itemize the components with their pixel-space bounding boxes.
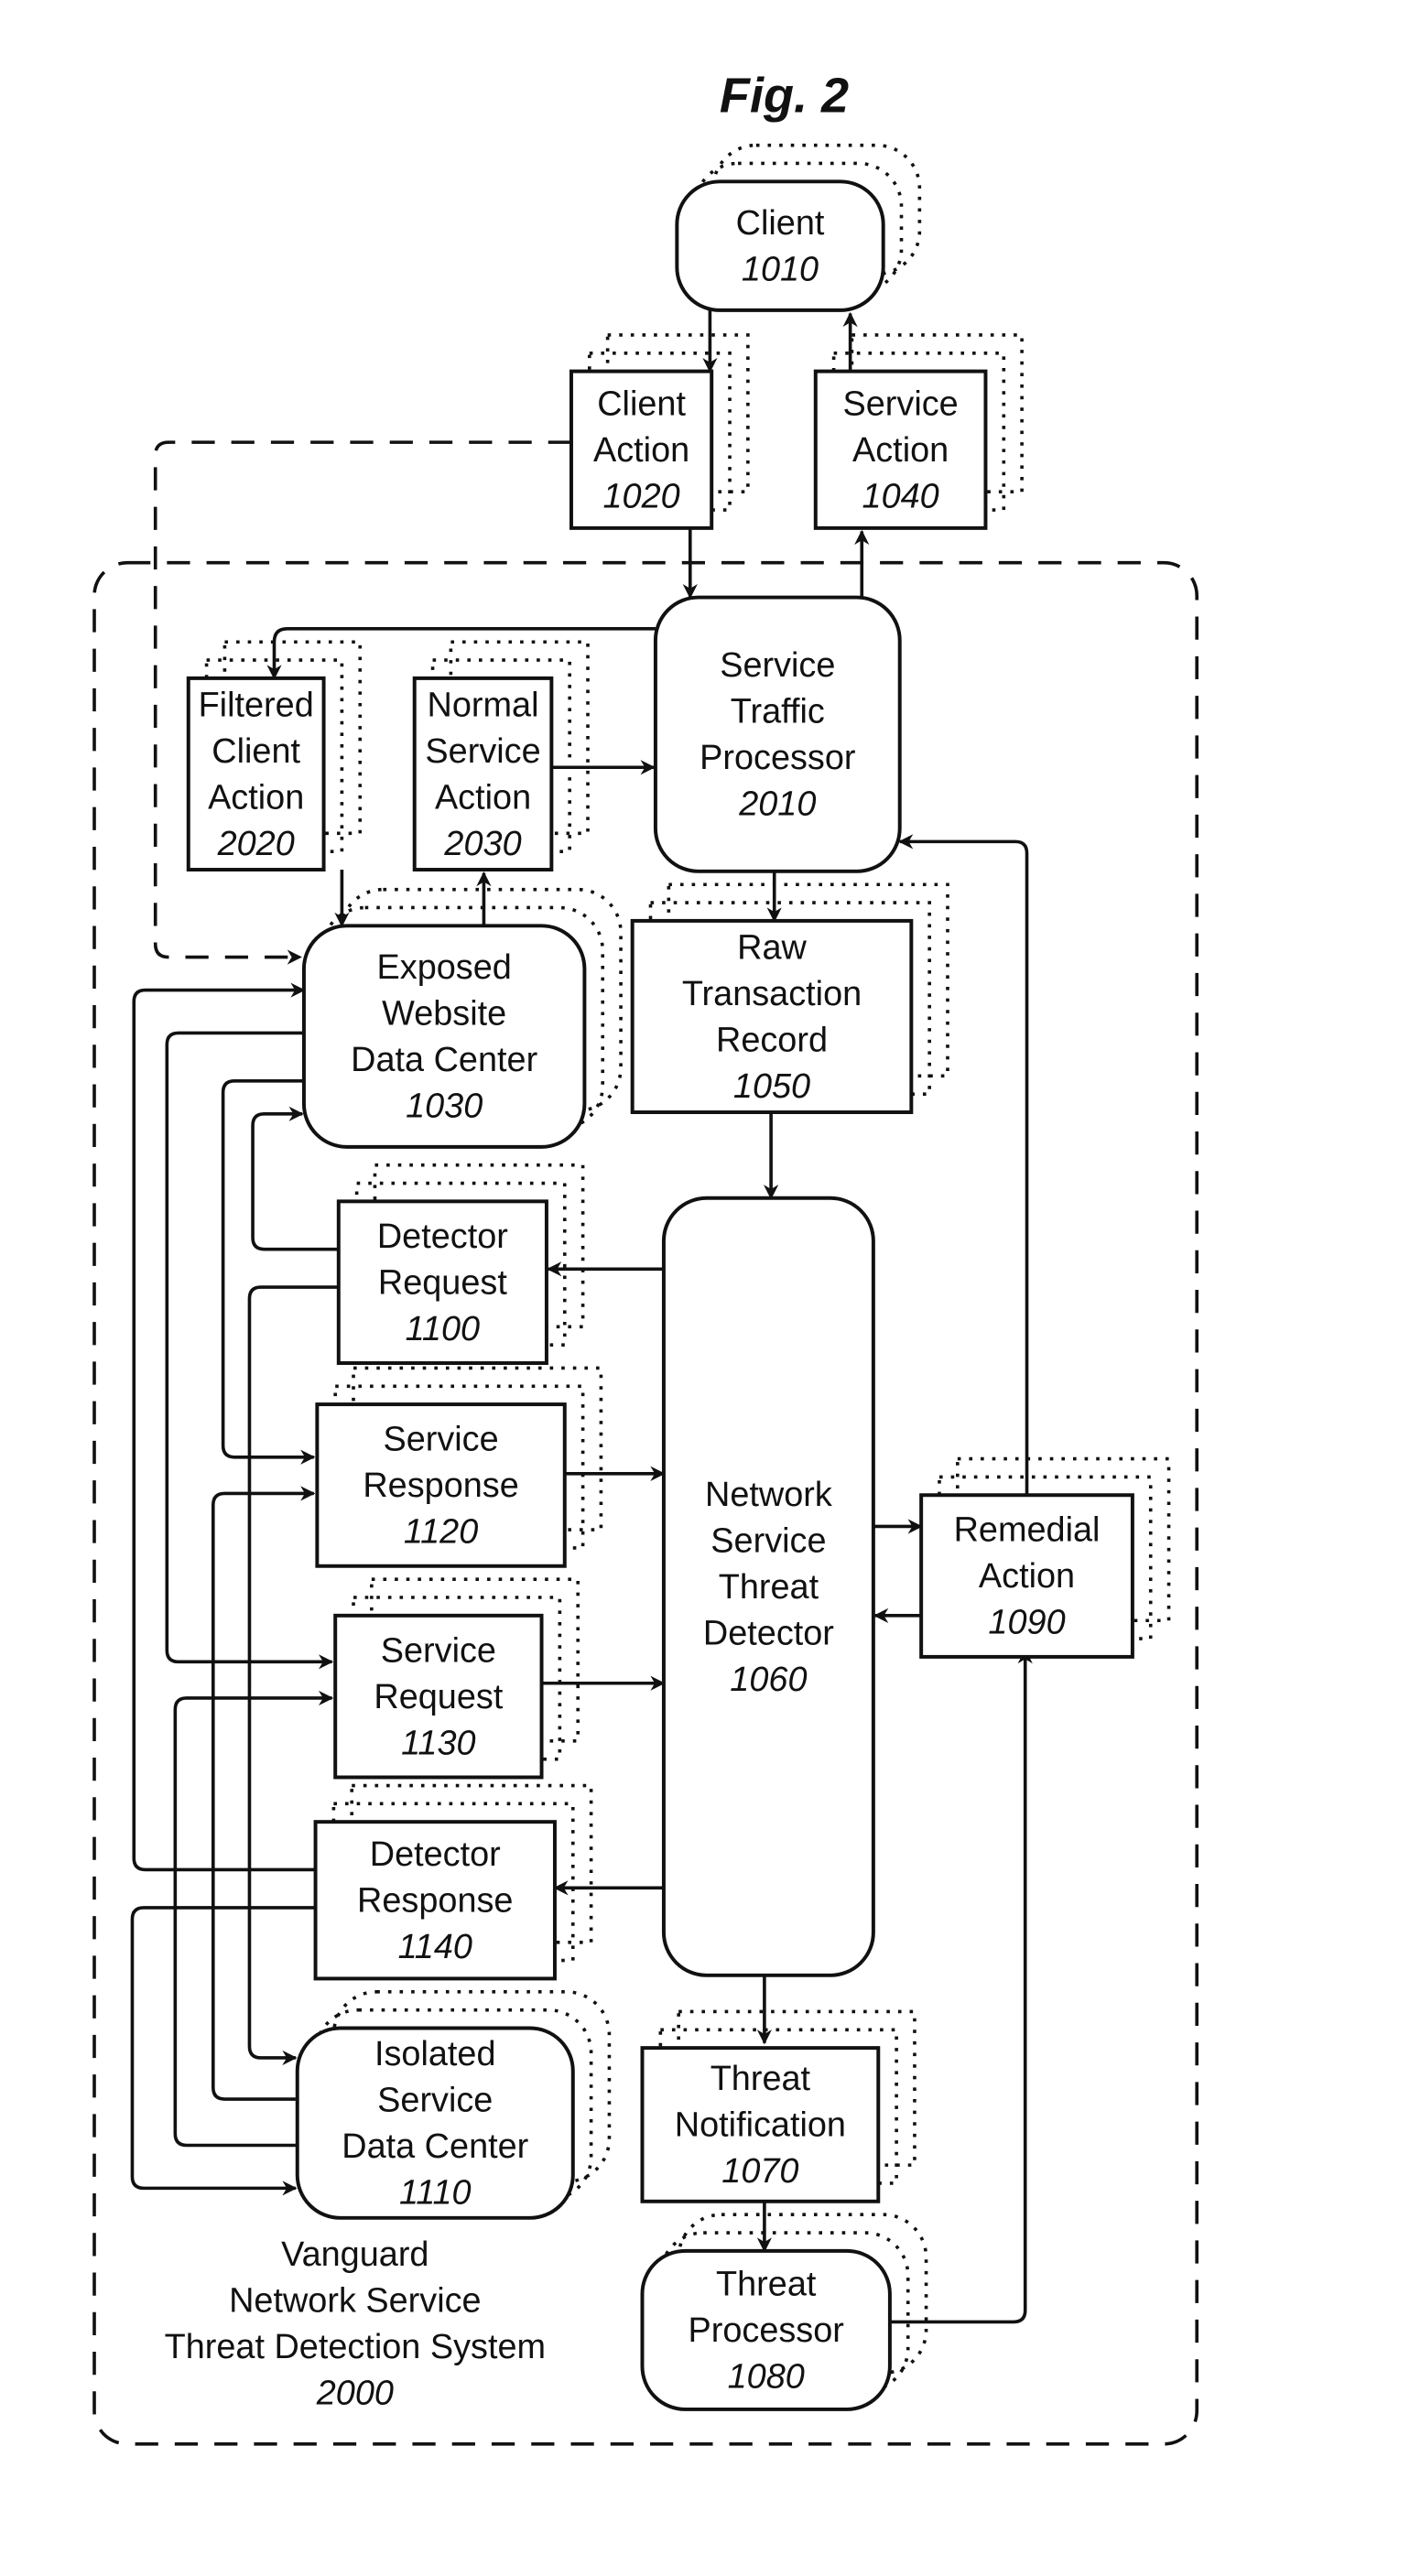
edge-isolated-to-service-response bbox=[211, 1486, 316, 2101]
nodes: Client 1010 Client Action 1020 Service Action 1… bbox=[186, 143, 1171, 2411]
threat-notification-label: Notification bbox=[675, 2106, 846, 2145]
node-exposed-website-data-center: Exposed Website Data Center 1030 bbox=[301, 887, 623, 1149]
service-response-number: 1120 bbox=[404, 1513, 478, 1552]
edge-stp-to-filtered bbox=[266, 627, 656, 680]
exposed-website-data-center-number: 1030 bbox=[406, 1087, 483, 1125]
filtered-client-action-number: 2020 bbox=[217, 825, 295, 863]
isolated-service-data-center-label: Data Center bbox=[342, 2127, 528, 2166]
node-service-traffic-processor: Service Traffic Processor 2010 bbox=[653, 595, 902, 873]
remedial-action-label: Action bbox=[979, 1557, 1075, 1596]
detector-request-label: Request bbox=[378, 1263, 507, 1302]
node-raw-transaction-record: Raw Transaction Record 1050 bbox=[630, 882, 949, 1114]
node-detector-request: Detector Request 1100 bbox=[336, 1163, 585, 1366]
client-number: 1010 bbox=[742, 250, 819, 288]
node-detector-response: Detector Response 1140 bbox=[313, 1783, 593, 1981]
remedial-action-label: Remedial bbox=[954, 1511, 1101, 1550]
node-normal-service-action: Normal Service Action 2030 bbox=[412, 640, 590, 872]
client-box bbox=[675, 179, 885, 312]
normal-service-action-label: Action bbox=[435, 778, 531, 817]
service-action-label: Action bbox=[852, 431, 949, 470]
service-action-label: Service bbox=[843, 384, 959, 423]
isolated-service-data-center-number: 1110 bbox=[399, 2173, 472, 2212]
network-service-threat-detector-label: Threat bbox=[719, 1568, 819, 1607]
node-network-service-threat-detector: Network Service Threat Detector 1060 bbox=[661, 1196, 875, 1977]
system-label-line: Network Service bbox=[229, 2282, 482, 2321]
node-threat-notification: Threat Notification 1070 bbox=[640, 2009, 916, 2203]
system-number: 2000 bbox=[316, 2375, 394, 2413]
normal-service-action-number: 2030 bbox=[443, 825, 521, 863]
edge-exposed-to-service-response bbox=[221, 1078, 316, 1465]
edge-remedial-to-stp bbox=[898, 834, 1029, 1496]
service-request-label: Request bbox=[374, 1678, 503, 1716]
detector-response-number: 1140 bbox=[398, 1928, 472, 1966]
client-label: Client bbox=[736, 204, 825, 243]
service-traffic-processor-box bbox=[653, 595, 902, 873]
threat-notification-label: Threat bbox=[710, 2060, 811, 2098]
raw-transaction-record-label: Raw bbox=[737, 928, 807, 967]
client-action-label: Action bbox=[593, 431, 689, 470]
threat-notification-number: 1070 bbox=[721, 2152, 798, 2191]
network-service-threat-detector-label: Detector bbox=[703, 1614, 834, 1652]
detector-response-label: Response bbox=[357, 1881, 513, 1920]
node-remedial-action: Remedial Action 1090 bbox=[919, 1456, 1171, 1659]
remedial-action-number: 1090 bbox=[988, 1604, 1065, 1642]
node-client: Client 1010 bbox=[675, 143, 922, 312]
figure-title: Fig. 2 bbox=[720, 69, 849, 124]
system-label-line: Vanguard bbox=[281, 2235, 428, 2274]
node-client-action: Client Action 1020 bbox=[569, 333, 750, 530]
service-traffic-processor-label: Service bbox=[720, 646, 835, 685]
figure-2-diagram: Fig. 2 Vanguard Network Service Threat D… bbox=[92, 69, 1199, 2446]
isolated-service-data-center-label: Isolated bbox=[374, 2035, 496, 2073]
normal-service-action-label: Service bbox=[425, 732, 540, 771]
service-traffic-processor-number: 2010 bbox=[738, 785, 816, 824]
client-action-number: 1020 bbox=[602, 477, 679, 515]
normal-service-action-label: Normal bbox=[428, 686, 539, 724]
raw-transaction-record-number: 1050 bbox=[733, 1067, 810, 1106]
node-isolated-service-data-center: Isolated Service Data Center 1110 bbox=[295, 1990, 612, 2220]
client-action-label: Client bbox=[597, 384, 686, 423]
filtered-client-action-label: Filtered bbox=[199, 686, 314, 724]
service-action-number: 1040 bbox=[862, 477, 939, 515]
filtered-client-action-label: Client bbox=[212, 732, 300, 771]
node-service-response: Service Response 1120 bbox=[315, 1366, 603, 1568]
node-service-request: Service Request 1130 bbox=[333, 1577, 580, 1780]
system-label-line: Threat Detection System bbox=[165, 2328, 546, 2366]
connectors bbox=[130, 309, 1033, 2324]
isolated-service-data-center-label: Service bbox=[377, 2082, 493, 2120]
raw-transaction-record-label: Record bbox=[716, 1021, 828, 1059]
threat-processor-label: Threat bbox=[716, 2266, 817, 2304]
service-traffic-processor-label: Traffic bbox=[731, 693, 825, 731]
detector-request-label: Detector bbox=[377, 1218, 508, 1256]
service-traffic-processor-label: Processor bbox=[700, 739, 855, 777]
network-service-threat-detector-label: Network bbox=[705, 1476, 832, 1514]
system-label: Vanguard Network Service Threat Detectio… bbox=[165, 2235, 546, 2412]
exposed-website-data-center-label: Website bbox=[382, 994, 506, 1033]
service-response-label: Response bbox=[363, 1467, 518, 1505]
threat-processor-number: 1080 bbox=[728, 2357, 805, 2396]
exposed-website-data-center-label: Exposed bbox=[377, 948, 512, 987]
node-threat-processor: Threat Processor 1080 bbox=[640, 2213, 928, 2411]
detector-response-label: Detector bbox=[370, 1835, 501, 1874]
service-request-label: Service bbox=[381, 1631, 496, 1670]
raw-transaction-record-label: Transaction bbox=[682, 975, 862, 1013]
edge-processor-to-remedial bbox=[889, 1649, 1033, 2324]
filtered-client-action-label: Action bbox=[208, 778, 304, 817]
network-service-threat-detector-number: 1060 bbox=[730, 1661, 807, 1699]
node-service-action: Service Action 1040 bbox=[813, 333, 1024, 530]
exposed-website-data-center-label: Data Center bbox=[351, 1041, 537, 1079]
detector-request-number: 1100 bbox=[406, 1310, 480, 1348]
service-request-number: 1130 bbox=[401, 1724, 475, 1762]
network-service-threat-detector-label: Service bbox=[710, 1521, 826, 1560]
threat-processor-label: Processor bbox=[689, 2311, 844, 2350]
service-response-label: Service bbox=[383, 1421, 498, 1459]
